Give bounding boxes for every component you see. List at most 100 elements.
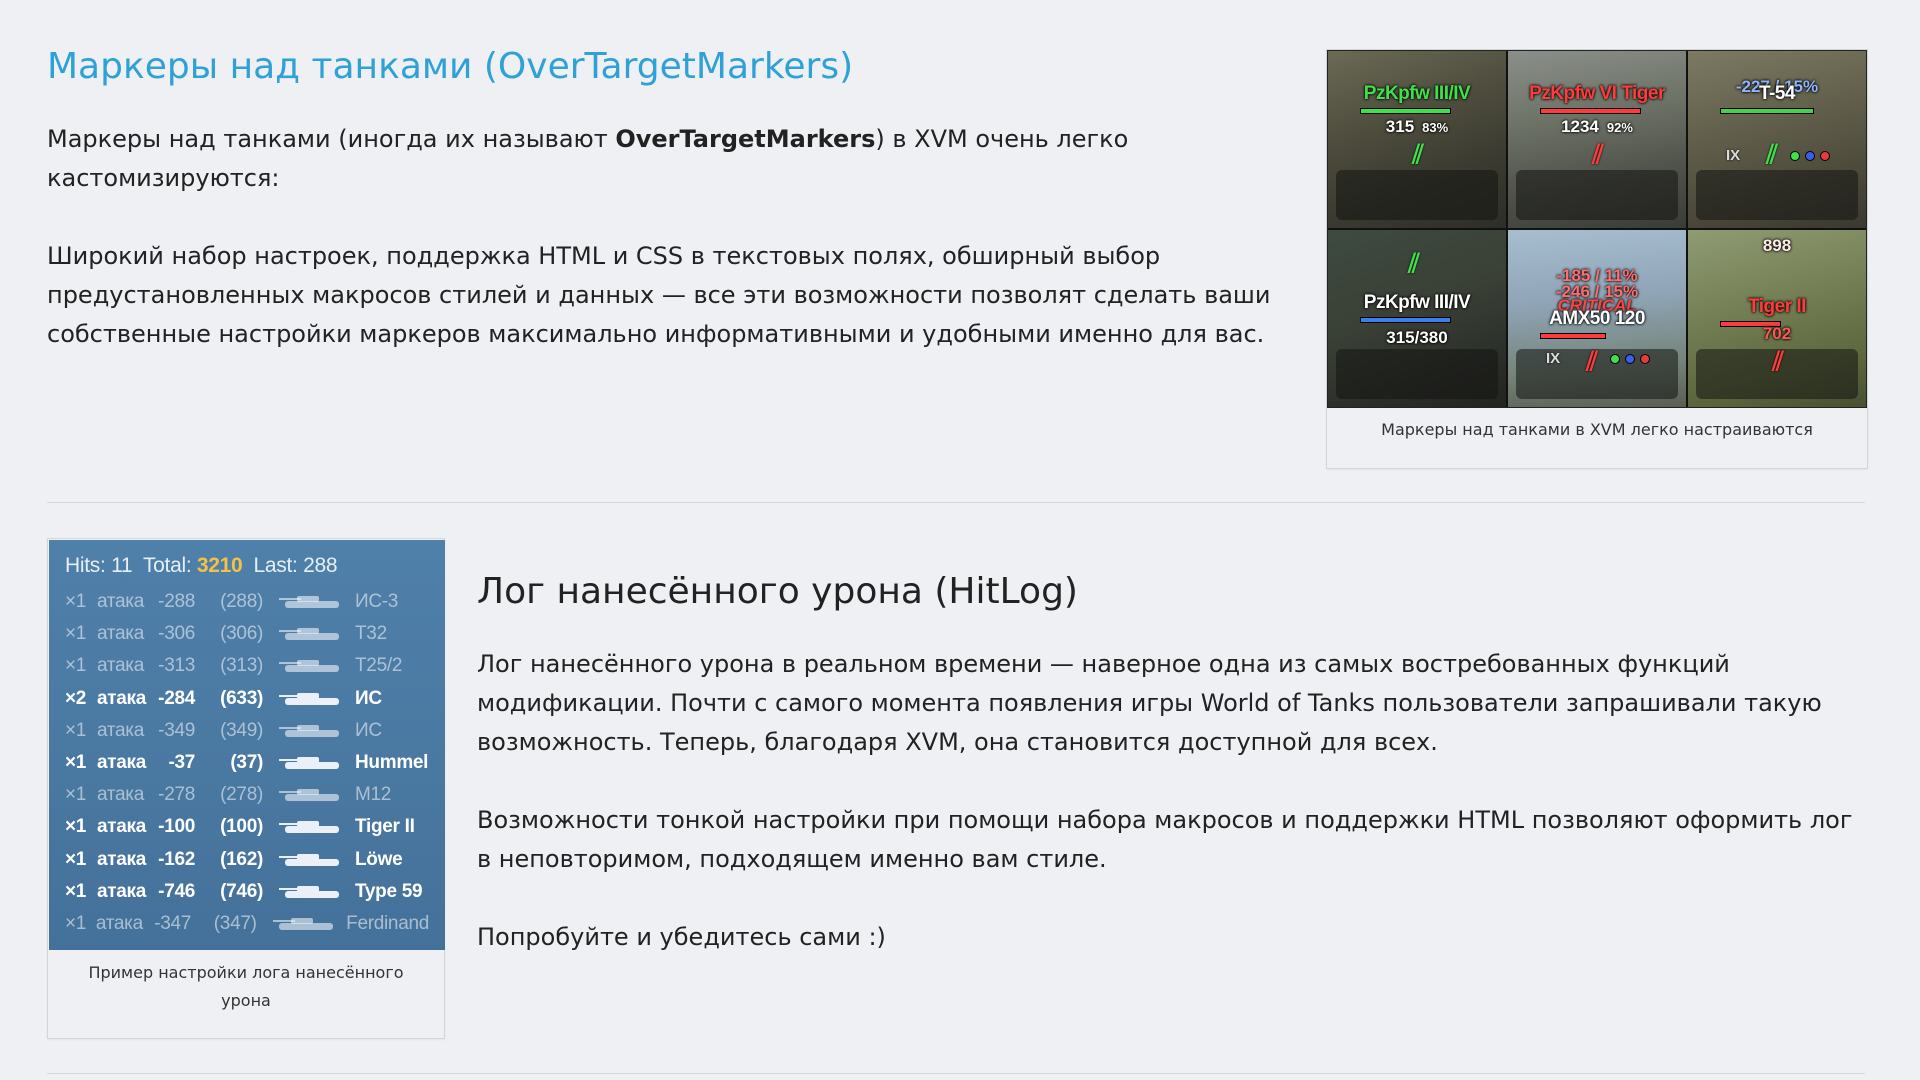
marker-cell: 898 Tiger II 702 ⫽ <box>1688 230 1866 407</box>
tank-icon <box>279 594 349 610</box>
markers-intro: Маркеры над танками (иногда их называют … <box>47 120 1307 198</box>
status-dot <box>1820 151 1830 161</box>
hit-type: атака <box>97 848 147 870</box>
marker-type-icon: ⫽ <box>1408 249 1420 279</box>
total-label: Total: <box>142 554 192 577</box>
hit-tank-name: Ferdinand <box>346 912 429 934</box>
hits-value: 11 <box>111 554 133 577</box>
hit-type: атака <box>97 880 147 902</box>
marker-cell: PzKpfw III/IV 315 83% ⫽ <box>1328 51 1506 228</box>
hit-tank-name: ИС-3 <box>355 591 399 613</box>
hit-multiplier: ×1 <box>65 752 87 774</box>
hit-multiplier: ×1 <box>65 655 87 677</box>
marker-health-bar <box>1540 333 1606 339</box>
marker-health-bar <box>1540 108 1641 114</box>
marker-hp-2: 702 <box>1762 324 1792 343</box>
hit-multiplier: ×1 <box>65 623 87 645</box>
hit-damage: -349 <box>158 719 195 741</box>
hitlog-image[interactable]: Hits: 11 Total: 3210 Last: 288 ×1 атака -2… <box>49 540 445 950</box>
hit-damage: -313 <box>158 655 195 677</box>
marker-tier: IX <box>1726 147 1741 164</box>
markers-title[interactable]: Маркеры над танками (OverTargetMarkers) <box>47 40 1307 94</box>
hit-type: атака <box>97 784 145 806</box>
hitlog-row: ×2 атака -284 (633) ИС <box>65 683 429 715</box>
status-dot <box>1790 151 1800 161</box>
status-dot <box>1640 354 1650 364</box>
hitlog-row: ×1 атака -313 (313) T25/2 <box>65 650 429 682</box>
marker-hp: 315/380 <box>1386 328 1448 347</box>
hit-tank-name: Tiger II <box>355 816 415 838</box>
tank-icon <box>279 626 349 642</box>
hitlog-row: ×1 атака -349 (349) ИС <box>65 715 429 747</box>
marker-hp: 315 83% <box>1385 117 1449 136</box>
hitlog-row: ×1 атака -746 (746) Type 59 <box>65 876 429 908</box>
marker-health-bar <box>1360 108 1451 114</box>
tank-icon <box>279 658 349 674</box>
hitlog-row: ×1 атака -288 (288) ИС-3 <box>65 586 429 618</box>
hit-type: атака <box>97 687 147 709</box>
hit-total: (349) <box>220 719 263 741</box>
hitlog-figure: Hits: 11 Total: 3210 Last: 288 ×1 атака -2… <box>47 538 445 1039</box>
markers-section: Маркеры над танками (OverTargetMarkers) … <box>47 0 1868 503</box>
marker-type-icon: ⫽ <box>1586 347 1598 377</box>
tank-icon <box>279 852 349 868</box>
hit-damage: -284 <box>158 687 195 709</box>
tank-icon <box>279 755 349 771</box>
tank-icon <box>279 884 349 900</box>
marker-type-icon: ⫽ <box>1772 347 1784 377</box>
marker-cell: -227 / 15% T-54 ⫽ IX <box>1688 51 1866 228</box>
hit-total: (288) <box>220 591 263 613</box>
marker-cell: -185 / 11% -246 / 15% CRITICAL AMX50 120 ⫽ IX <box>1508 230 1686 407</box>
hit-total: (313) <box>220 655 263 677</box>
hit-type: атака <box>97 816 147 838</box>
hit-type: атака <box>97 719 145 741</box>
marker-tank-name: Tiger II <box>1748 296 1806 317</box>
marker-tank-name: PzKpfw VI Tiger <box>1529 83 1665 104</box>
hit-multiplier: ×1 <box>65 816 87 838</box>
tank-silhouette <box>1336 170 1498 220</box>
hitlog-row: ×1 атака -37 (37) Hummel <box>65 747 429 779</box>
marker-tier: IX <box>1546 350 1561 367</box>
marker-tank-name: AMX50 120 <box>1549 308 1645 329</box>
markers-figure-caption: Маркеры над танками в XVM легко настраив… <box>1381 420 1813 439</box>
hit-multiplier: ×2 <box>65 687 87 709</box>
hit-total: (162) <box>220 848 263 870</box>
marker-type-icon: ⫽ <box>1766 140 1778 170</box>
last-label: Last: <box>253 554 298 577</box>
hitlog-row: ×1 атака -347 (347) Ferdinand <box>65 908 429 940</box>
hit-multiplier: ×1 <box>65 880 87 902</box>
hit-damage: -746 <box>158 880 195 902</box>
intro-bold: OverTargetMarkers <box>615 125 876 153</box>
hit-total: (37) <box>230 752 263 774</box>
total-value: 3210 <box>196 554 243 577</box>
markers-image-grid[interactable]: PzKpfw III/IV 315 83% ⫽ PzKpfw VI Tiger 1234 9… <box>1327 50 1867 408</box>
hitlog-header: Hits: 11 Total: 3210 Last: 288 <box>65 552 429 580</box>
hit-tank-name: M12 <box>355 784 392 806</box>
markers-description: Широкий набор настроек, поддержка HTML и… <box>47 242 1271 348</box>
marker-hp: 898 <box>1762 236 1792 255</box>
hit-damage: -100 <box>158 816 195 838</box>
hitlog-row: ×1 атака -306 (306) T32 <box>65 618 429 650</box>
status-dot <box>1805 151 1815 161</box>
hit-multiplier: ×1 <box>65 784 87 806</box>
tank-silhouette <box>1516 170 1678 220</box>
tank-silhouette <box>1336 349 1498 399</box>
tank-icon <box>279 819 349 835</box>
hitlog-row: ×1 атака -100 (100) Tiger II <box>65 811 429 843</box>
marker-status-dots <box>1610 354 1650 364</box>
markers-text: Маркеры над танками (OverTargetMarkers) … <box>47 40 1307 354</box>
hitlog-para-3: Попробуйте и убедитесь сами :) <box>477 923 886 951</box>
hit-type: атака <box>97 655 145 677</box>
hit-type: атака <box>97 752 147 774</box>
status-dot <box>1610 354 1620 364</box>
hit-damage: -288 <box>158 591 195 613</box>
marker-tank-name: PzKpfw III/IV <box>1363 83 1471 104</box>
hit-type: атака <box>95 912 143 934</box>
hit-tank-name: T32 <box>355 623 387 645</box>
marker-type-icon: ⫽ <box>1412 140 1424 170</box>
tank-silhouette <box>1696 170 1858 220</box>
hitlog-title[interactable]: Лог нанесённого урона (HitLog) <box>477 565 1867 619</box>
tank-icon <box>279 723 349 739</box>
hit-tank-name: ИС <box>355 687 382 709</box>
hitlog-para-2: Возможности тонкой настройки при помощи … <box>477 806 1853 873</box>
